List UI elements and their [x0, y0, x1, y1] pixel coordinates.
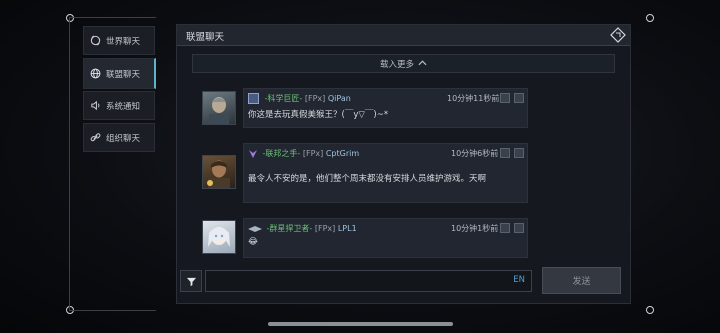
sender-line: -科学巨匠- [FPx] QiPan [248, 93, 351, 104]
message-time: 10分钟1秒前 [451, 224, 499, 233]
sender-rank: -科学巨匠- [264, 94, 303, 103]
avatar[interactable] [202, 155, 236, 189]
corner-ornament [646, 14, 654, 22]
sidebar-item-world-chat[interactable]: 世界聊天 [83, 26, 155, 55]
sidebar-item-system-notice[interactable]: 系统通知 [83, 91, 155, 120]
settings-diamond-icon[interactable] [610, 27, 626, 43]
load-more-label: 载入更多 [379, 59, 414, 70]
send-label: 发送 [572, 277, 591, 287]
link-icon [84, 132, 106, 143]
load-more-button[interactable]: 载入更多 [192, 54, 615, 73]
sidebar-item-label: 世界聊天 [106, 36, 141, 47]
message-card: -联邦之手- [FPx] CptGrim 10分钟6秒前 最令人不安的是，他们整… [243, 143, 528, 203]
language-toggle[interactable]: EN [513, 275, 525, 285]
corner-ornament [646, 306, 654, 314]
message-card: -科学巨匠- [FPx] QiPan 10分钟11秒前 你这是去玩真假美猴王？(… [243, 88, 528, 128]
sidebar-item-label: 联盟聊天 [106, 69, 141, 80]
avatar[interactable] [202, 91, 236, 125]
sender-name: LPL1 [337, 224, 357, 233]
sender-line: -联邦之手- [FPx] CptGrim [248, 148, 359, 159]
rank-badge-icon [248, 225, 262, 233]
sender-tag: [FPx] [314, 224, 336, 233]
translate-icon[interactable] [500, 223, 510, 233]
home-indicator[interactable] [268, 322, 453, 326]
sender-line: -群星捍卫者- [FPx] LPL1 [248, 223, 357, 234]
translate-icon[interactable] [500, 93, 510, 103]
filter-icon [186, 272, 197, 291]
message-card: -群星捍卫者- [FPx] LPL1 10分钟1秒前 😂 [243, 218, 528, 258]
globe-icon [84, 68, 106, 79]
send-button[interactable]: 发送 [542, 267, 621, 294]
rank-badge-icon [248, 93, 259, 104]
report-icon[interactable] [514, 223, 524, 233]
filter-button[interactable] [180, 270, 202, 292]
sidebar-item-org-chat[interactable]: 组织聊天 [83, 123, 155, 152]
message-time: 10分钟6秒前 [451, 149, 499, 158]
report-icon[interactable] [514, 93, 524, 103]
chevron-up-icon [418, 59, 427, 69]
rank-badge-icon [248, 149, 258, 159]
sender-tag: [FPx] [302, 149, 324, 158]
globe-cycle-icon [84, 35, 106, 46]
speaker-icon [84, 100, 106, 111]
translate-icon[interactable] [500, 148, 510, 158]
sender-tag: [FPx] [304, 94, 326, 103]
panel-title: 联盟聊天 [186, 32, 225, 43]
message-text: 😂 [248, 237, 258, 247]
sidebar-item-label: 组织聊天 [106, 133, 141, 144]
sidebar-item-alliance-chat[interactable]: 联盟聊天 [83, 58, 156, 89]
message-text: 最令人不安的是，他们整个周末都没有安排人员维护游戏。天啊 [248, 174, 487, 184]
report-icon[interactable] [514, 148, 524, 158]
sender-rank: -群星捍卫者- [266, 224, 313, 233]
message-time: 10分钟11秒前 [447, 94, 500, 103]
sender-name: CptGrim [325, 149, 360, 158]
sender-name: QiPan [327, 94, 351, 103]
sidebar-item-label: 系统通知 [106, 101, 141, 112]
sender-rank: -联邦之手- [262, 149, 301, 158]
message-text: 你这是去玩真假美猴王？(￣y▽￣)~* [248, 110, 389, 120]
avatar[interactable] [202, 220, 236, 254]
panel-header: 联盟聊天 [177, 25, 630, 46]
chat-input[interactable]: EN [205, 270, 532, 292]
